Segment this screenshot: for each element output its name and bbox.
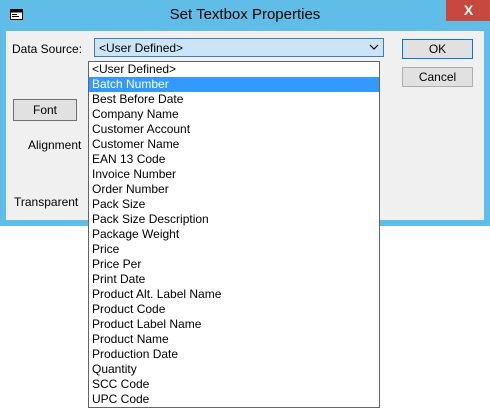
alignment-label: Alignment (28, 138, 82, 152)
chevron-down-icon (369, 44, 379, 50)
dropdown-item[interactable]: Quantity (89, 362, 379, 377)
dropdown-item[interactable]: SCC Code (89, 377, 379, 392)
font-button[interactable]: Font (13, 99, 77, 121)
dropdown-item[interactable]: Product Code (89, 302, 379, 317)
dropdown-item[interactable]: Product Alt. Label Name (89, 287, 379, 302)
data-source-label: Data Source: (12, 42, 83, 56)
dropdown-item[interactable]: Company Name (89, 107, 379, 122)
dropdown-item[interactable]: Best Before Date (89, 92, 379, 107)
dropdown-item[interactable]: Price Per (89, 257, 379, 272)
dropdown-item[interactable]: Pack Size Description (89, 212, 379, 227)
dropdown-item[interactable]: Invoice Number (89, 167, 379, 182)
dropdown-item[interactable]: Pack Size (89, 197, 379, 212)
dropdown-item[interactable]: Price (89, 242, 379, 257)
dropdown-item[interactable]: Print Date (89, 272, 379, 287)
cancel-button[interactable]: Cancel (402, 67, 473, 87)
dropdown-item[interactable]: <User Defined> (89, 62, 379, 77)
dropdown-item[interactable]: Package Weight (89, 227, 379, 242)
dropdown-item[interactable]: Batch Number (89, 77, 379, 92)
dropdown-item[interactable]: Customer Name (89, 137, 379, 152)
window-title: Set Textbox Properties (169, 6, 321, 23)
close-button[interactable]: X (446, 0, 490, 21)
data-source-combobox[interactable]: <User Defined> (94, 38, 384, 57)
title-bar[interactable]: Set Textbox Properties X (0, 0, 490, 30)
dropdown-item[interactable]: Customer Account (89, 122, 379, 137)
dropdown-item[interactable]: Product Name (89, 332, 379, 347)
dropdown-item[interactable]: EAN 13 Code (89, 152, 379, 167)
dropdown-item[interactable]: Order Number (89, 182, 379, 197)
transparent-label: Transparent (14, 195, 79, 209)
dropdown-item[interactable]: Product Label Name (89, 317, 379, 332)
dropdown-item[interactable]: UPC Code (89, 392, 379, 407)
dropdown-item[interactable]: Production Date (89, 347, 379, 362)
data-source-dropdown-list[interactable]: <User Defined> Batch Number Best Before Da… (88, 61, 380, 408)
data-source-value: <User Defined> (99, 41, 184, 55)
ok-button[interactable]: OK (402, 39, 473, 59)
